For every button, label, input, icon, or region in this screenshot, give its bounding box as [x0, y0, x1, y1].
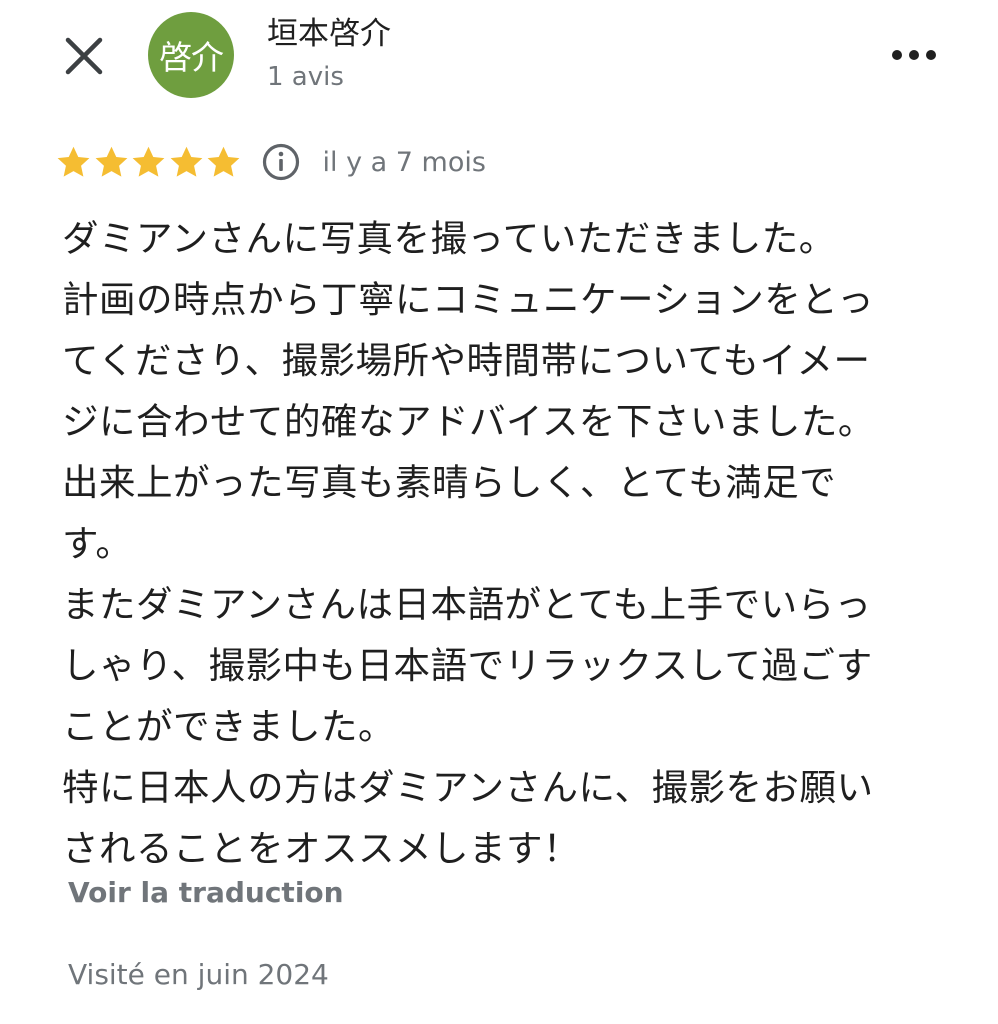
info-icon[interactable] — [261, 142, 301, 182]
reviewer-name[interactable]: 垣本啓介 — [267, 14, 391, 54]
review-line: またダミアンさんは日本語がとても上手でいらっ — [62, 583, 872, 626]
star-icon — [207, 146, 240, 177]
close-icon — [65, 37, 103, 75]
star-icon — [170, 146, 202, 177]
review-text: ダミアンさんに写真を撮っていただきました。 計画の時点から丁寧にコミュニケーショ… — [62, 208, 962, 879]
avatar-initials: 啓介 — [159, 38, 224, 77]
star-icon — [57, 146, 90, 177]
review-line: されることをオススメします！ — [62, 827, 580, 870]
rating-row: il y a 7 mois — [55, 140, 486, 184]
review-time: il y a 7 mois — [322, 146, 486, 178]
more-horizontal-icon — [892, 50, 936, 60]
see-translation-link[interactable]: Voir la traduction — [68, 876, 344, 909]
review-line: 計画の時点から丁寧にコミュニケーションをとっ — [62, 278, 875, 321]
review-line: ことができました。 — [62, 705, 395, 748]
review-line: ダミアンさんに写真を撮っていただきました。 — [62, 217, 836, 260]
review-line: しゃり、撮影中も日本語でリラックスして過ごす — [62, 644, 873, 687]
review-line: 出来上がった写真も素晴らしく、とても満足で — [62, 461, 837, 504]
avatar[interactable]: 啓介 — [148, 12, 234, 98]
review-line: 特に日本人の方はダミアンさんに、撮影をお願い — [62, 766, 874, 809]
star-icon — [95, 146, 127, 177]
review-line: す。 — [62, 522, 133, 565]
review-line: てくださり、撮影場所や時間帯についてもイメー — [62, 339, 871, 382]
close-button[interactable] — [62, 34, 106, 78]
more-options-button[interactable] — [886, 38, 942, 72]
review-detail: 啓介 垣本啓介 1 avis il y a 7 mois ダミアンさんに写真を撮… — [0, 0, 998, 1024]
review-line: ジに合わせて的確なアドバイスを下さいました。 — [62, 400, 875, 443]
star-rating — [55, 144, 243, 181]
star-icon — [132, 146, 165, 177]
visit-date: Visité en juin 2024 — [68, 958, 329, 991]
review-count: 1 avis — [267, 62, 344, 92]
